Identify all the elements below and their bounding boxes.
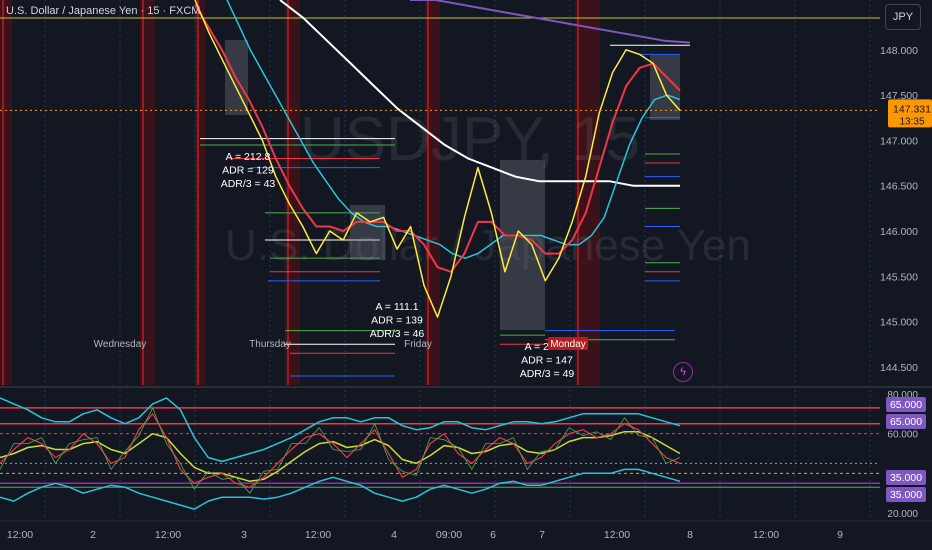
range-box [500,160,545,330]
session-band [195,0,205,385]
currency-button[interactable]: JPY [885,4,921,30]
price-badge-countdown: 13:35 [899,116,924,127]
annotation-line: ADR = 129 [222,165,274,177]
time-tick: 12:00 [305,529,331,541]
session-line [287,0,289,385]
day-label: Monday [550,339,586,350]
adr-annotation: A = 212.8 ADR = 129ADR/3 = 43 [221,151,276,190]
flash-icon[interactable]: ϟ [673,362,693,382]
price-tick: 145.500 [880,271,918,283]
session-line [577,0,579,385]
time-tick: 9 [837,529,843,541]
time-tick: 8 [687,529,693,541]
price-tick: 146.000 [880,226,918,238]
time-tick: 7 [539,529,545,541]
time-tick: 3 [241,529,247,541]
annotation-line: A = 212.8 [226,151,271,163]
price-tick: 146.500 [880,181,918,193]
osc-level-label: 65.000 [890,399,922,411]
annotation-line: ADR/3 = 49 [520,368,575,380]
annotation-line: A = 111.1 [375,301,418,313]
session-line [427,0,429,385]
chart-background [0,0,932,550]
price-badge-value: 147.331 [893,103,931,115]
time-tick: 12:00 [753,529,779,541]
range-box [350,205,385,260]
time-tick: 12:00 [604,529,630,541]
annotation-line: ADR = 147 [521,355,573,367]
time-tick: 6 [490,529,496,541]
price-tick: 145.000 [880,317,918,329]
chart-canvas[interactable]: USDJPY, 15U.S. Dollar / Japanese YenA = … [0,0,932,550]
annotation-line: ADR = 139 [371,315,423,327]
time-tick: 4 [391,529,397,541]
price-tick: 147.000 [880,135,918,147]
time-tick: 12:00 [7,529,33,541]
time-tick: 12:00 [155,529,181,541]
session-line [142,0,144,385]
osc-level-label: 65.000 [890,416,922,428]
osc-tick: 60.000 [887,430,918,441]
time-tick: 2 [90,529,96,541]
osc-level-label: 35.000 [890,489,922,501]
price-tick: 144.500 [880,362,918,374]
day-label: Thursday [249,339,291,350]
session-line [197,0,199,385]
session-band [0,0,12,385]
time-tick: 09:00 [436,529,462,541]
symbol-title[interactable]: U.S. Dollar / Japanese Yen · 15 · FXCM [6,5,200,17]
session-line [2,0,4,385]
day-label: Wednesday [94,339,147,350]
price-tick: 148.000 [880,45,918,57]
annotation-line: ADR/3 = 43 [221,178,276,190]
adr-annotation: A = 111.1ADR = 139ADR/3 = 46 [370,301,425,340]
osc-level-label: 35.000 [890,472,922,484]
day-label: Friday [404,339,432,350]
osc-tick: 20.000 [887,509,918,520]
